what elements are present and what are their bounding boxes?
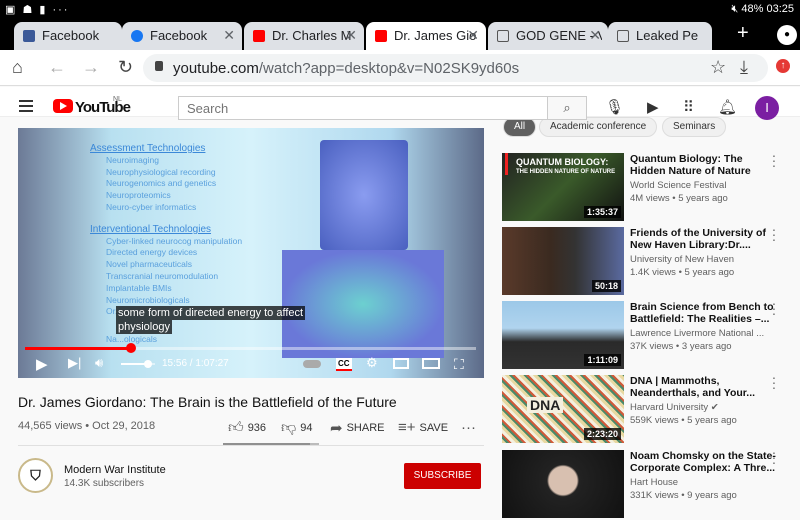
notifications-bell-icon[interactable]: 🔔︎ [718, 98, 737, 116]
channel-name[interactable]: Modern War Institute [64, 464, 166, 476]
more-vertical-icon[interactable]: · · · [770, 222, 778, 246]
youtube-header: YouTube NL ⌕ 🎙︎ ▶︎ ⠿ 🔔︎ I [0, 87, 800, 120]
close-tab-icon[interactable]: ✕ [223, 27, 235, 44]
fullscreen-icon[interactable]: ⛶ [454, 356, 464, 373]
volume-slider[interactable] [121, 360, 155, 368]
share-button[interactable]: ➦ SHARE [330, 419, 384, 437]
tab-dr-charles[interactable]: Dr. Charles M ✕ [244, 22, 364, 50]
progress-played [25, 347, 132, 350]
recommended-video[interactable]: Noam Chomsky on the State-Corporate Comp… [502, 445, 792, 520]
thumbs-up-icon: 👍︎ [228, 419, 244, 436]
facebook-icon [131, 30, 143, 42]
tab-dr-james[interactable]: Dr. James Gio ✕ [366, 22, 486, 50]
video-player[interactable]: Assessment Technologies Neuroimaging Neu… [18, 128, 484, 378]
download-icon[interactable]: ⤓ [740, 57, 748, 78]
document-icon [497, 30, 509, 42]
subscribe-button[interactable]: SUBSCRIBE [404, 463, 481, 489]
notification-icons: ▣ ☗ ▮ ··· [5, 4, 70, 16]
video-thumbnail[interactable]: QUANTUM BIOLOGY: THE HIDDEN NATURE OF NAT… [502, 153, 624, 221]
recommended-video[interactable]: DNA 2:23:20 DNA | Mammoths, Neanderthals,… [502, 370, 792, 445]
youtube-icon [375, 30, 387, 42]
youtube-icon [253, 30, 265, 42]
brain-render-image [282, 250, 444, 358]
close-tab-icon[interactable]: ✕ [345, 27, 357, 44]
progress-scrubber[interactable] [126, 343, 137, 353]
apps-grid-icon[interactable]: ⠿ [683, 98, 694, 116]
dislike-button[interactable]: 👎︎ 94 [281, 419, 312, 437]
autoplay-toggle[interactable] [303, 360, 321, 368]
recommended-video[interactable]: 1:11:09 Brain Science from Bench to Batt… [502, 296, 792, 371]
create-video-icon[interactable]: ▶︎ [647, 98, 659, 116]
miniplayer-icon[interactable] [393, 358, 409, 369]
mute-icon: 🔇︎ [731, 3, 742, 15]
lock-icon [155, 61, 163, 71]
back-icon[interactable]: ← [48, 57, 66, 78]
chip-all[interactable]: All [503, 117, 537, 137]
search-button[interactable]: ⌕ [547, 96, 587, 120]
forward-icon[interactable]: → [82, 57, 100, 78]
volume-icon[interactable]: 🔊︎ [95, 355, 103, 371]
more-vertical-icon[interactable]: · · · [770, 445, 778, 469]
bookmark-star-icon[interactable]: ☆ [710, 57, 726, 78]
captions-button[interactable]: CC [336, 358, 352, 371]
video-title: Dr. James Giordano: The Brain is the Bat… [18, 394, 397, 410]
settings-gear-icon[interactable]: ⚙ [366, 355, 378, 371]
battery-level: 48% [741, 3, 764, 15]
video-thumbnail[interactable]: 1:11:09 [502, 301, 624, 369]
more-horizontal-icon: ··· [461, 419, 476, 436]
playlist-add-icon: ≡+ [398, 419, 416, 436]
brain-scan-image [320, 140, 408, 250]
url-field[interactable]: youtube.com/watch?app=desktop&v=N02SK9yd… [143, 54, 768, 82]
youtube-logo-icon[interactable] [53, 99, 73, 113]
incognito-icon[interactable]: ● [777, 25, 797, 45]
close-tab-icon[interactable]: ✕ [467, 27, 479, 44]
tab-god-gene[interactable]: GOD GENE - V ✕ [488, 22, 608, 50]
chip-academic-conference[interactable]: Academic conference [539, 117, 658, 137]
search-input[interactable] [178, 96, 548, 120]
chip-seminars[interactable]: Seminars [662, 117, 727, 137]
more-actions-button[interactable]: ··· [461, 419, 476, 436]
more-vertical-icon[interactable]: · · · [770, 296, 778, 320]
tab-facebook-2[interactable]: Facebook ✕ [122, 22, 242, 50]
video-thumbnail[interactable] [502, 450, 624, 518]
reload-icon[interactable]: ↻ [118, 57, 133, 78]
recommended-video[interactable]: QUANTUM BIOLOGY: THE HIDDEN NATURE OF NAT… [502, 148, 792, 223]
address-bar-row: ⌂ ← → ↻ youtube.com/watch?app=desktop&v=… [0, 50, 800, 86]
microphone-icon[interactable]: 🎙︎ [605, 98, 624, 116]
progress-bar[interactable] [25, 343, 476, 353]
more-vertical-icon[interactable]: · · · [770, 148, 778, 172]
tab-leaked[interactable]: Leaked Pe [608, 22, 712, 50]
account-avatar[interactable]: I [755, 96, 779, 120]
tab-facebook-1[interactable]: Facebook [14, 22, 122, 50]
recommended-video[interactable]: 50:18 Friends of the University of New H… [502, 222, 792, 297]
theater-mode-icon[interactable] [422, 358, 440, 369]
caption: some form of directed energy to affect ph… [116, 306, 306, 334]
facebook-icon [23, 30, 35, 42]
next-icon[interactable]: ▶| [68, 355, 81, 371]
home-icon[interactable]: ⌂ [12, 57, 23, 78]
document-icon [617, 30, 629, 42]
more-vertical-icon[interactable]: · · · [770, 370, 778, 394]
new-tab-button[interactable]: + [737, 22, 749, 45]
menu-icon[interactable] [19, 100, 33, 112]
thumbs-down-icon: 👎︎ [281, 419, 297, 436]
divider [18, 445, 484, 446]
channel-avatar[interactable]: ⛉ [18, 458, 53, 493]
subscriber-count: 14.3K subscribers [64, 478, 145, 489]
clock: 03:25 [766, 3, 794, 15]
region-code: NL [113, 96, 122, 103]
video-thumbnail[interactable]: DNA 2:23:20 [502, 375, 624, 443]
play-icon[interactable]: ▶ [36, 355, 48, 373]
update-icon[interactable]: ↑ [776, 59, 790, 73]
time-display: 15:56 / 1:07:27 [162, 358, 229, 369]
like-button[interactable]: 👍︎ 936 [228, 419, 266, 437]
tab-strip: Facebook Facebook ✕ Dr. Charles M ✕ Dr. Ja… [0, 18, 800, 50]
video-thumbnail[interactable]: 50:18 [502, 227, 624, 295]
status-bar: ▣ ☗ ▮ ··· 🔇︎ 48% 03:25 [0, 0, 800, 18]
close-tab-icon[interactable]: ✕ [589, 27, 601, 44]
save-button[interactable]: ≡+ SAVE [398, 419, 448, 436]
share-arrow-icon: ➦ [330, 420, 343, 437]
video-views-date: 44,565 views • Oct 29, 2018 [18, 420, 156, 432]
